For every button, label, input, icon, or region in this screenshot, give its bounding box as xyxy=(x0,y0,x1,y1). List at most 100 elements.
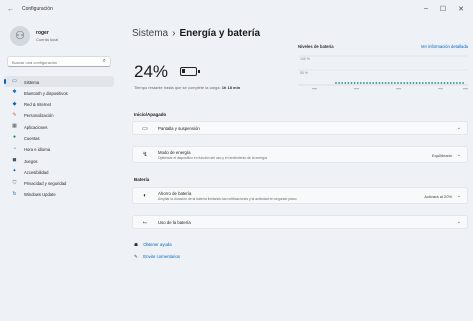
chart-point xyxy=(415,82,418,84)
y-tick-50: 50 % xyxy=(300,71,308,75)
sidebar-item-label: Red & Internet xyxy=(24,102,52,108)
battery-saver-label: Ahorro de batería xyxy=(158,191,192,196)
wifi-icon: ◆ xyxy=(12,100,17,107)
chart-point xyxy=(452,82,455,84)
maximize-button[interactable]: ☐ xyxy=(436,5,450,13)
screen-sleep-icon: ▭ xyxy=(142,126,148,132)
user-profile[interactable]: ⚇ roger Cuenta local xyxy=(10,26,110,48)
chevron-down-icon[interactable]: ⌄ xyxy=(457,152,461,158)
detailed-info-link[interactable]: Ver información detallada xyxy=(421,44,468,49)
brush-icon: ✎ xyxy=(12,111,17,118)
battery-usage-card[interactable]: ⌙ Uso de la batería ⌄ xyxy=(132,215,468,229)
chart-point xyxy=(384,82,387,84)
chart-point xyxy=(406,82,409,84)
chevron-down-icon[interactable]: ⌄ xyxy=(457,219,461,225)
settings-window: ← Configuración – ☐ ✕ ⚇ roger Cuenta loc… xyxy=(0,0,473,321)
send-feedback-link[interactable]: ✎ Enviar comentarios xyxy=(134,254,180,260)
sidebar-item-label: Personalización xyxy=(24,113,54,119)
chart-point xyxy=(409,82,412,84)
gamepad-icon: ◼ xyxy=(12,157,17,164)
battery-percent: 24% xyxy=(134,62,169,81)
sidebar-item-label: Bluetooth y dispositivos xyxy=(24,90,68,96)
chart-point xyxy=(394,82,396,84)
breadcrumb-parent[interactable]: Sistema xyxy=(132,28,168,39)
chart-point xyxy=(363,82,365,84)
sidebar-item-label: Aplicaciones xyxy=(24,124,48,130)
sidebar-item-label: Cuentas xyxy=(24,135,40,141)
power-mode-label: Modo de energía xyxy=(158,150,191,155)
battery-level-chart: Niveles de batería Ver información detal… xyxy=(298,44,468,106)
shield-icon: ⛉ xyxy=(12,179,17,186)
chart-point xyxy=(421,82,424,84)
battery-saver-card[interactable]: ◐ Ahorro de batería Ampliar la duración … xyxy=(132,187,468,204)
sidebar-item[interactable]: ↻ Windows Update xyxy=(4,189,114,200)
battery-usage-label: Uso de la batería xyxy=(158,220,191,225)
user-name: roger xyxy=(36,30,49,36)
chart-plot: 100 % 50 % xyxy=(298,55,468,90)
sidebar-item[interactable]: ✦ Accesibilidad xyxy=(4,166,114,177)
help-icon: ☗ xyxy=(134,242,138,247)
nav-list: ▭ Sistema ✱ Bluetooth y dispositivos ◆ Red & … xyxy=(4,76,114,200)
sidebar-item-label: Windows Update xyxy=(24,192,56,198)
chart-title: Niveles de batería xyxy=(298,44,334,49)
chart-point xyxy=(381,82,384,84)
avatar: ⚇ xyxy=(10,26,30,46)
search-placeholder: Buscar una configuración xyxy=(12,60,58,65)
chart-point xyxy=(437,82,440,84)
chart-point xyxy=(378,82,381,84)
search-input[interactable]: Buscar una configuración ⌕ xyxy=(7,56,111,67)
minimize-button[interactable]: – xyxy=(419,5,433,12)
battery-saver-icon: ◐ xyxy=(143,193,147,199)
chart-point xyxy=(356,82,359,84)
chart-point xyxy=(375,82,378,84)
back-arrow-icon[interactable]: ← xyxy=(7,6,14,13)
charge-estimate-label: Tiempo restante hasta que se complete la… xyxy=(134,85,221,90)
power-mode-select[interactable]: Equilibrado xyxy=(432,153,452,158)
chart-point xyxy=(372,82,375,84)
x-tick xyxy=(312,88,317,90)
sidebar-item[interactable]: ⛉ Privacidad y seguridad xyxy=(4,178,114,189)
apps-icon: ▦ xyxy=(12,123,17,130)
get-help-link[interactable]: ☗ Obtener ayuda xyxy=(134,242,172,248)
sidebar: ⚇ roger Cuenta local Buscar una configur… xyxy=(0,20,116,321)
x-tick xyxy=(438,88,443,90)
sidebar-item[interactable]: ▦ Aplicaciones xyxy=(4,121,114,132)
chart-point xyxy=(390,82,393,84)
chevron-down-icon[interactable]: ⌄ xyxy=(457,125,461,131)
sidebar-item[interactable]: ◔ Hora e idioma xyxy=(4,144,114,155)
chart-point xyxy=(428,82,430,84)
sidebar-item[interactable]: ◆ Red & Internet xyxy=(4,99,114,110)
sidebar-item[interactable]: ✱ Bluetooth y dispositivos xyxy=(4,87,114,98)
close-button[interactable]: ✕ xyxy=(454,5,468,13)
battery-fill xyxy=(182,69,186,73)
chevron-down-icon[interactable]: ⌄ xyxy=(457,193,461,199)
chart-point xyxy=(347,82,350,84)
screen-sleep-card[interactable]: ▭ Pantalla y suspensión ⌄ xyxy=(132,121,468,135)
breadcrumb-separator: › xyxy=(172,28,176,39)
chart-point xyxy=(459,82,461,84)
battery-saver-status: Activará al 20% xyxy=(424,194,452,199)
battery-usage-icon: ⌙ xyxy=(142,220,148,226)
sidebar-item[interactable]: ● Cuentas xyxy=(4,132,114,143)
power-mode-icon: ↯ xyxy=(142,152,148,158)
chart-point xyxy=(400,82,402,84)
chart-point xyxy=(369,82,371,84)
sidebar-item[interactable]: ✎ Personalización xyxy=(4,110,114,121)
sidebar-item[interactable]: ◼ Juegos xyxy=(4,155,114,166)
sidebar-item[interactable]: ▭ Sistema xyxy=(4,76,114,88)
chart-point xyxy=(353,82,356,84)
chart-point xyxy=(443,82,446,84)
sidebar-item-label: Privacidad y seguridad xyxy=(24,181,67,187)
battery-icon xyxy=(180,67,200,76)
chart-point xyxy=(449,82,452,84)
person-icon: ● xyxy=(12,134,17,141)
sidebar-item-label: Sistema xyxy=(24,79,40,85)
chart-point xyxy=(350,82,353,84)
feedback-icon: ✎ xyxy=(134,254,138,259)
title-bar: ← Configuración – ☐ ✕ xyxy=(0,0,473,20)
main-content: Sistema › Energía y batería 24% Tiempo res… xyxy=(120,20,473,321)
chart-point xyxy=(335,82,337,84)
section-power-title: Inicio/Apagado xyxy=(134,112,167,117)
x-tick xyxy=(396,88,401,90)
x-tick xyxy=(463,88,468,90)
